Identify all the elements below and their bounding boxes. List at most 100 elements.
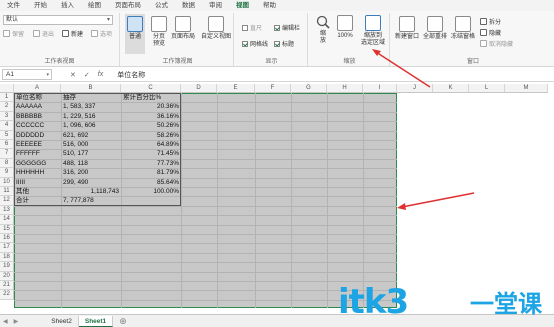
row-header-3[interactable]: 3 <box>0 111 14 122</box>
page-layout-button[interactable]: 页面布局 <box>168 16 198 41</box>
menu-view[interactable]: 视图 <box>229 0 256 12</box>
freeze-panes-button[interactable]: 冻结窗格 <box>450 16 476 41</box>
row-header-18[interactable]: 18 <box>0 252 14 263</box>
column-header-i[interactable]: I <box>363 84 397 93</box>
menu-home[interactable]: 开始 <box>27 0 54 11</box>
zoom-label: 缩 放 <box>319 31 326 44</box>
column-header-g[interactable]: G <box>291 84 327 93</box>
new-icon <box>62 30 69 37</box>
menu-data[interactable]: 数据 <box>175 0 202 11</box>
keep-button[interactable]: 保留 <box>3 29 24 38</box>
menu-review[interactable]: 审阅 <box>202 0 229 11</box>
insert-function-icon[interactable]: fx <box>98 71 103 79</box>
name-box[interactable]: A1 ▾ <box>2 69 52 80</box>
row-header-16[interactable]: 16 <box>0 234 14 244</box>
row-header-10[interactable]: 10 <box>0 177 14 187</box>
row-header-17[interactable]: 17 <box>0 243 14 253</box>
row-header-14[interactable]: 14 <box>0 215 14 225</box>
new-window-button[interactable]: 新建窗口 <box>394 16 420 41</box>
gridline-vertical <box>181 93 182 308</box>
exit-label: 退出 <box>42 32 55 38</box>
show-group: 直尺 编辑栏 网格线 标题 显示 <box>236 13 308 66</box>
split-button[interactable]: 拆分 <box>480 17 501 26</box>
gridline-horizontal <box>14 252 397 254</box>
menu-draw[interactable]: 绘图 <box>81 0 108 11</box>
row-header-13[interactable]: 13 <box>0 205 14 216</box>
split-icon <box>480 18 487 25</box>
show-label: 显示 <box>265 59 278 65</box>
unhide-button[interactable]: 取消隐藏 <box>480 39 513 48</box>
exit-button[interactable]: 退出 <box>33 29 54 38</box>
tab-scroll-left-icon[interactable]: ◀ <box>3 318 8 325</box>
menu-help[interactable]: 帮助 <box>256 0 283 11</box>
normal-view-label: 普通 <box>128 34 141 40</box>
new-button[interactable]: 新建 <box>62 29 83 38</box>
column-header-h[interactable]: H <box>327 84 363 93</box>
headings-label: 标题 <box>282 42 295 48</box>
row-header-2[interactable]: 2 <box>0 102 14 112</box>
ruler-checkbox[interactable]: 直尺 <box>242 23 262 32</box>
formula-bar-checkbox[interactable]: 编辑栏 <box>274 23 300 32</box>
gridline-vertical <box>291 93 292 308</box>
row-header-6[interactable]: 6 <box>0 140 14 150</box>
row-header-12[interactable]: 12 <box>0 196 14 206</box>
row-header-7[interactable]: 7 <box>0 149 14 159</box>
tab-sheet1[interactable]: Sheet1 <box>78 315 114 327</box>
row-header-9[interactable]: 9 <box>0 168 14 178</box>
row-header-1[interactable]: 1 <box>0 93 14 103</box>
gridline-vertical <box>327 93 328 308</box>
row-header-4[interactable]: 4 <box>0 121 14 131</box>
zoom-to-selection-button[interactable]: 缩放到 选定区域 <box>358 15 388 47</box>
headings-checkbox[interactable]: 标题 <box>274 39 294 48</box>
column-header-b[interactable]: B <box>61 84 121 93</box>
tab-sheet2[interactable]: Sheet2 <box>45 315 79 327</box>
tab-scroll-right-icon[interactable]: ▶ <box>14 318 19 325</box>
column-header-k[interactable]: K <box>433 84 469 93</box>
ribbon: 默认 ▾ 保留 退出 新建 选项 工作表视图 普通 分页 预览 页面布局 自定义… <box>0 11 554 67</box>
menu-page-layout[interactable]: 页面布局 <box>108 0 148 11</box>
table-border <box>14 93 181 206</box>
page-break-button[interactable]: 分页 预览 <box>148 16 170 48</box>
column-header-d[interactable]: D <box>181 84 217 93</box>
window-group-label: 窗口 <box>466 59 479 65</box>
zoom-button[interactable]: 缩 放 <box>314 15 332 45</box>
column-header-j[interactable]: J <box>397 84 433 93</box>
row-header-20[interactable]: 20 <box>0 271 14 281</box>
column-header-a[interactable]: A <box>14 84 61 93</box>
zoom-100-button[interactable]: 100% <box>334 15 356 40</box>
options-button[interactable]: 选项 <box>91 29 112 38</box>
gridlines-checkbox[interactable]: 网格线 <box>242 39 268 48</box>
row-header-5[interactable]: 5 <box>0 130 14 140</box>
column-header-m[interactable]: M <box>505 84 548 93</box>
menu-insert[interactable]: 插入 <box>54 0 81 11</box>
column-header-l[interactable]: L <box>469 84 505 93</box>
hide-button[interactable]: 隐藏 <box>480 28 501 37</box>
chevron-down-icon: ▾ <box>46 72 49 78</box>
row-header-15[interactable]: 15 <box>0 224 14 234</box>
row-header-19[interactable]: 19 <box>0 262 14 272</box>
column-header-c[interactable]: C <box>121 84 181 93</box>
column-header-e[interactable]: E <box>217 84 255 93</box>
menu-file[interactable]: 文件 <box>0 0 27 11</box>
worksheet[interactable]: ABCDEFGHIJKLM 1 2 3 4 5 6 7 8 9 10 11 12 13 14 15 16 17 1… <box>0 84 554 314</box>
column-header-f[interactable]: F <box>255 84 291 93</box>
magnifier-icon <box>316 15 330 29</box>
row-header-22[interactable]: 22 <box>0 290 14 300</box>
menu-formulas[interactable]: 公式 <box>148 0 175 11</box>
arrange-all-button[interactable]: 全部重排 <box>422 16 448 41</box>
gridline-vertical <box>255 93 256 308</box>
gridline-horizontal <box>14 234 397 235</box>
sheet-view-dropdown[interactable]: 默认 ▾ <box>3 15 113 25</box>
select-all-corner[interactable] <box>0 84 14 93</box>
row-header-11[interactable]: 11 <box>0 187 14 197</box>
add-sheet-icon[interactable]: ⊕ <box>119 316 127 327</box>
custom-views-button[interactable]: 自定义视图 <box>199 16 233 41</box>
ruler-check-icon <box>242 24 248 31</box>
row-header-21[interactable]: 21 <box>0 281 14 291</box>
cancel-icon[interactable]: ✕ <box>70 71 76 79</box>
enter-icon[interactable]: ✓ <box>84 71 90 79</box>
normal-view-button[interactable]: 普通 <box>125 14 145 54</box>
formula-input[interactable]: 单位名称 <box>117 70 145 80</box>
row-header-8[interactable]: 8 <box>0 158 14 169</box>
gridlines-check-icon <box>242 40 248 47</box>
